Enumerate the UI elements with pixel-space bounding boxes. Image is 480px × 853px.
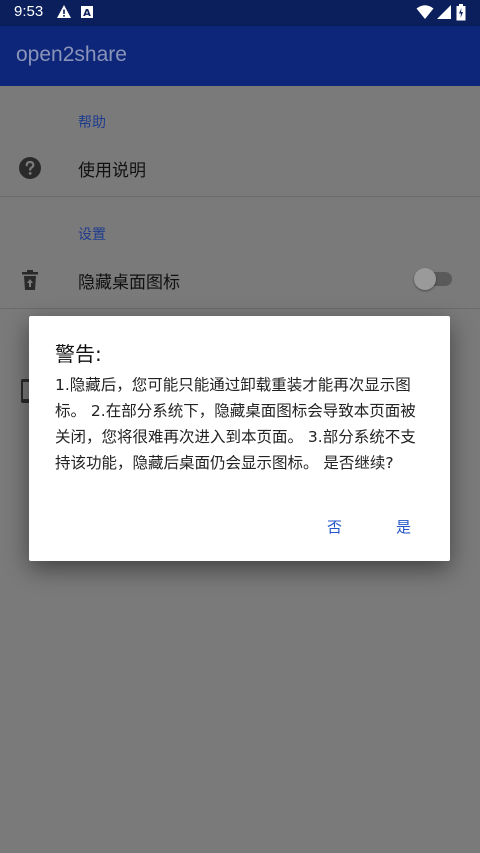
signal-icon <box>437 5 451 19</box>
svg-text:A: A <box>83 8 91 19</box>
dialog-title: 警告: <box>55 342 102 366</box>
status-bar: 9:53 A <box>0 0 480 26</box>
section-header-help: 帮助 <box>78 115 106 131</box>
help-icon <box>19 157 41 179</box>
divider <box>0 308 480 309</box>
dialog-message: 1.隐藏后，您可能只能通过卸载重装才能再次显示图标。 2.在部分系统下，隐藏桌面… <box>55 376 416 472</box>
toggle-knob <box>414 268 436 290</box>
wifi-icon <box>416 5 434 19</box>
app-title: open2share <box>16 43 127 66</box>
a-icon: A <box>81 6 93 19</box>
divider <box>0 196 480 197</box>
no-button[interactable]: 否 <box>327 516 342 537</box>
pref-item-help-label: 使用说明 <box>78 161 146 181</box>
hide-icon-toggle[interactable] <box>414 268 452 290</box>
pref-item-hide-icon[interactable]: 隐藏桌面图标 <box>0 252 480 308</box>
battery-icon <box>456 4 466 21</box>
pref-item-hide-icon-label: 隐藏桌面图标 <box>78 273 180 293</box>
warning-icon <box>57 5 71 18</box>
section-header-settings: 设置 <box>78 227 106 243</box>
trash-icon <box>22 270 38 290</box>
app-bar: open2share <box>0 26 480 86</box>
warning-dialog: 警告: 1.隐藏后，您可能只能通过卸载重装才能再次显示图标。 2.在部分系统下，… <box>29 316 450 561</box>
yes-button[interactable]: 是 <box>396 516 411 537</box>
pref-item-help[interactable]: 使用说明 <box>0 140 480 196</box>
status-time: 9:53 <box>14 3 44 20</box>
